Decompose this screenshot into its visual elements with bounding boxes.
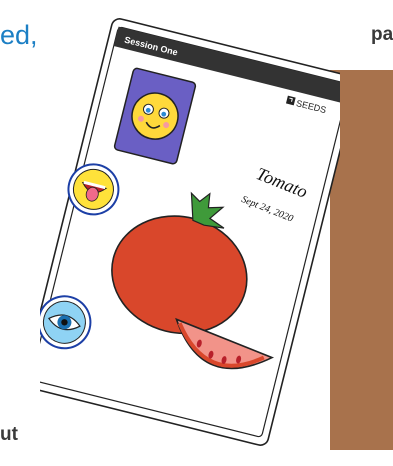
heading-fragment-right: pa: [371, 24, 393, 45]
heading-fragment: ed,: [0, 20, 38, 50]
session-card: Session One SEEDS Tomato Sept 24, 2020: [40, 14, 340, 450]
text-fragment-bottom: ut: [0, 424, 18, 445]
